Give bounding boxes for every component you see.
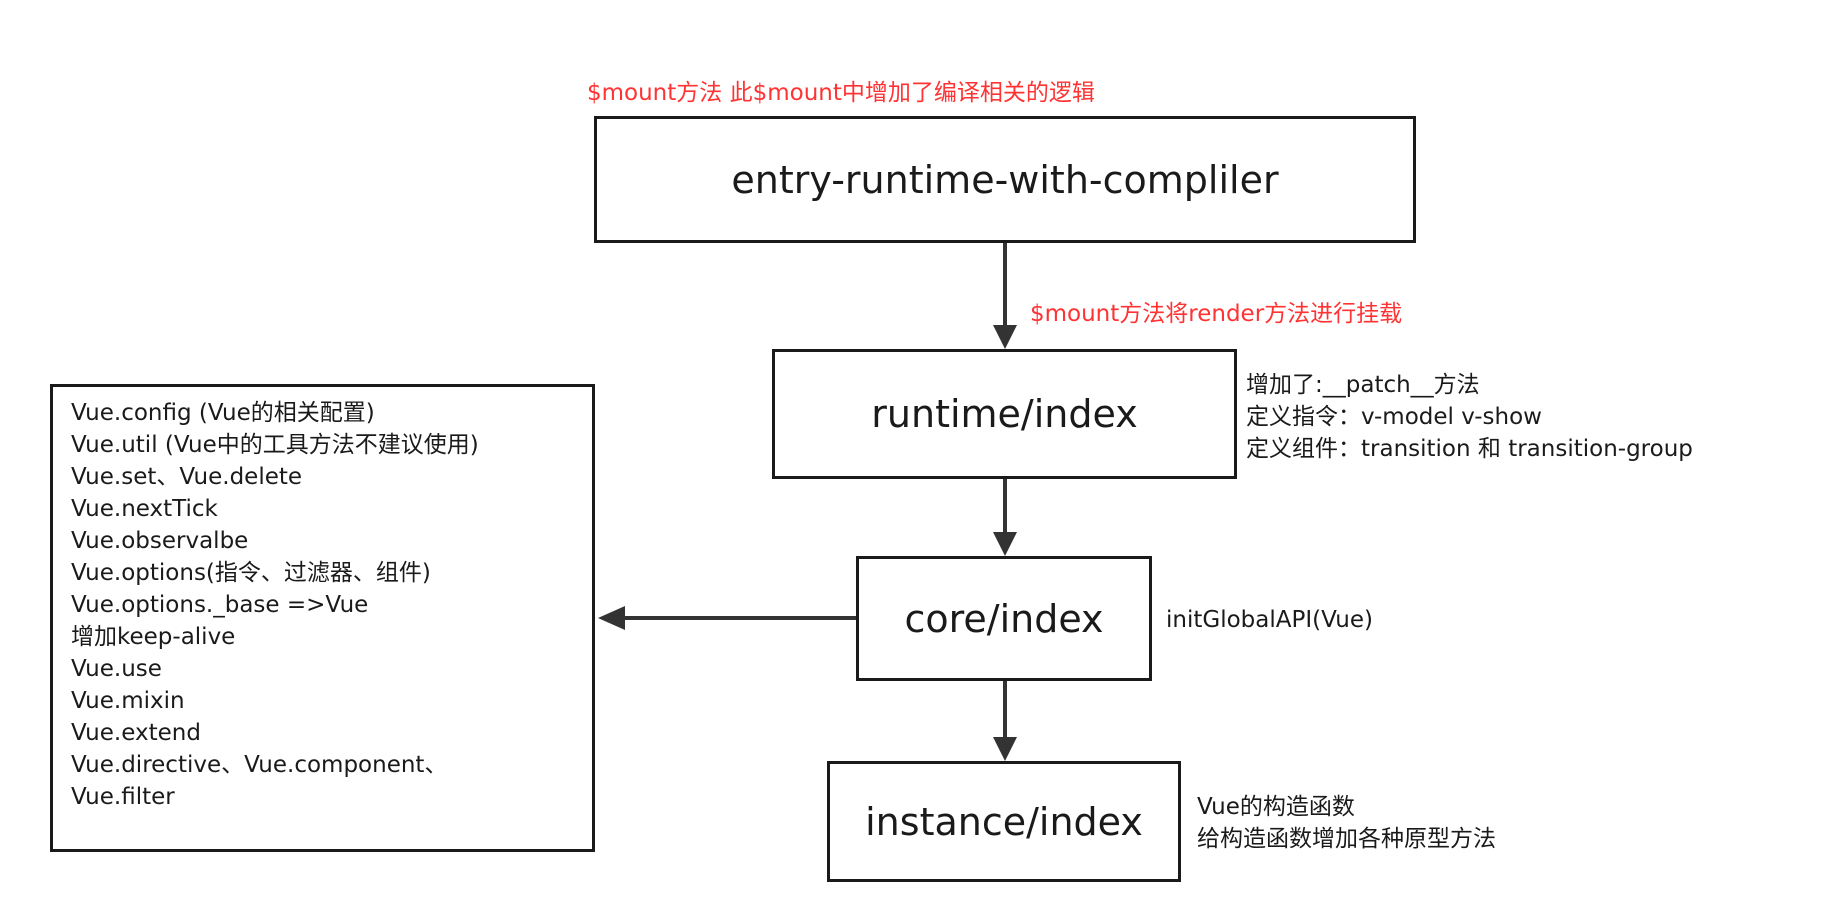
api-item: Vue.observalbe — [71, 528, 249, 554]
annotation-top: $mount方法 此$mount中增加了编译相关的逻辑 — [587, 80, 1095, 106]
annotation-instance-line: 给构造函数增加各种原型方法 — [1197, 826, 1496, 852]
annotation-runtime-line: 定义组件：transition 和 transition-group — [1246, 436, 1693, 462]
annotation-instance: Vue的构造函数 给构造函数增加各种原型方法 — [1197, 791, 1496, 855]
global-api-box: Vue.config (Vue的相关配置) Vue.util (Vue中的工具方… — [50, 384, 595, 852]
annotation-mount: $mount方法将render方法进行挂载 — [1030, 301, 1403, 327]
api-item: Vue.directive、Vue.component、 — [71, 752, 448, 778]
api-item: 增加keep-alive — [71, 624, 236, 650]
instance-index-label: instance/index — [865, 799, 1143, 844]
api-item: Vue.set、Vue.delete — [71, 464, 303, 490]
api-item: Vue.extend — [71, 720, 201, 746]
annotation-core: initGlobalAPI(Vue) — [1166, 607, 1373, 633]
api-item: Vue.use — [71, 656, 162, 682]
entry-runtime-node: entry-runtime-with-compliler — [594, 116, 1416, 243]
core-index-label: core/index — [904, 596, 1104, 641]
core-index-node: core/index — [856, 556, 1152, 681]
api-item: Vue.util (Vue中的工具方法不建议使用) — [71, 432, 479, 458]
arrowhead-instance — [993, 737, 1017, 761]
annotation-runtime: 增加了:__patch__方法 定义指令：v-model v-show 定义组件… — [1246, 369, 1693, 465]
api-item: Vue.filter — [71, 784, 175, 810]
api-item: Vue.options(指令、过滤器、组件) — [71, 560, 431, 586]
entry-runtime-label: entry-runtime-with-compliler — [731, 157, 1279, 202]
runtime-index-label: runtime/index — [871, 392, 1138, 436]
annotation-runtime-line: 增加了:__patch__方法 — [1246, 372, 1480, 398]
api-item: Vue.nextTick — [71, 496, 218, 522]
annotation-instance-line: Vue的构造函数 — [1197, 794, 1355, 820]
api-item: Vue.options._base =>Vue — [71, 592, 369, 618]
annotation-runtime-line: 定义指令：v-model v-show — [1246, 404, 1542, 430]
arrowhead-core — [993, 532, 1017, 556]
api-item: Vue.config (Vue的相关配置) — [71, 400, 375, 426]
instance-index-node: instance/index — [827, 761, 1181, 882]
api-item: Vue.mixin — [71, 688, 185, 714]
arrowhead-api — [598, 606, 625, 630]
runtime-index-node: runtime/index — [772, 349, 1237, 479]
global-api-list: Vue.config (Vue的相关配置) Vue.util (Vue中的工具方… — [71, 397, 592, 813]
arrowhead-runtime — [993, 325, 1017, 349]
